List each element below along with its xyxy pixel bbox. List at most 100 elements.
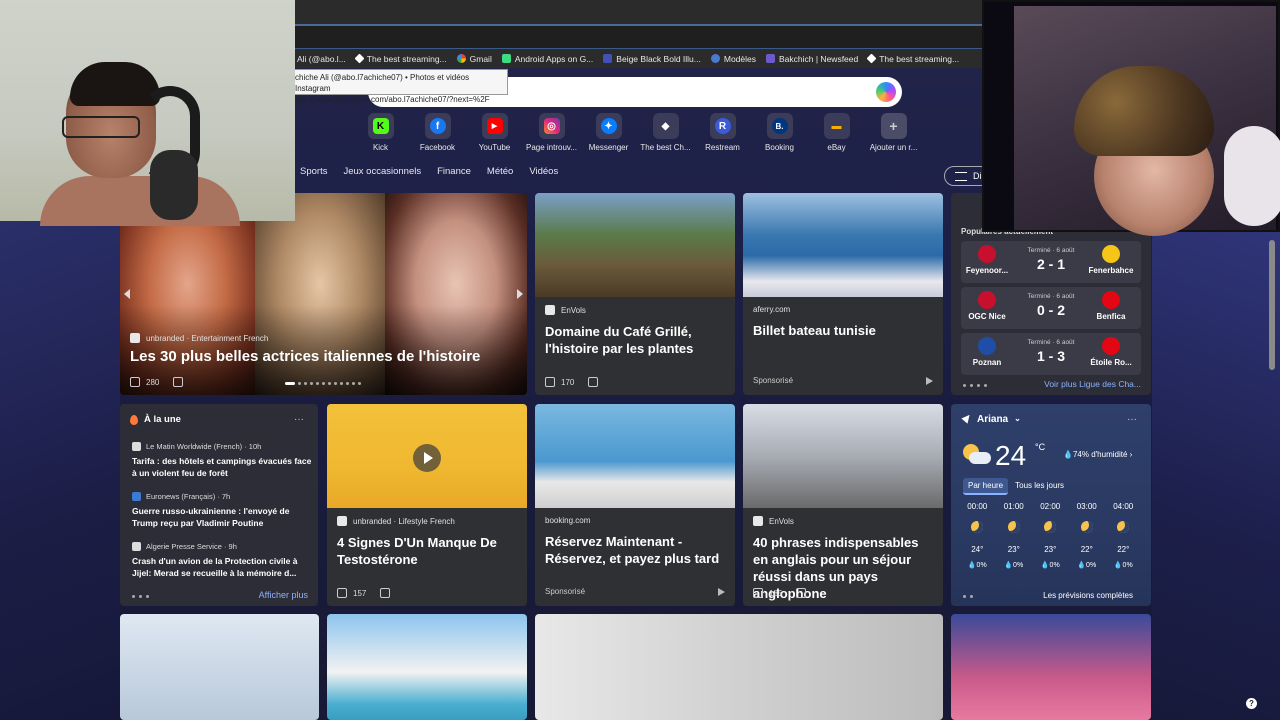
- article-card-testosterone[interactable]: unbranded · Lifestyle French 4 Signes D'…: [327, 404, 527, 606]
- bookmark-streaming-2[interactable]: The best streaming...: [866, 53, 960, 64]
- bookmark-label: The best streaming...: [879, 53, 960, 64]
- match-row[interactable]: Poznan Terminé · 6 août 1 - 3 Étoile Ro..…: [961, 333, 1141, 375]
- help-icon[interactable]: ?: [1246, 698, 1257, 709]
- article-title[interactable]: Réservez Maintenant - Réservez, et payez…: [545, 533, 725, 567]
- like-icon[interactable]: [753, 588, 763, 598]
- nav-sports[interactable]: Sports: [300, 166, 327, 177]
- humidity-value: 74% d'humidité: [1072, 450, 1128, 459]
- bookmark-bakchich[interactable]: Bakchich | Newsfeed: [766, 54, 858, 64]
- moon-icon: [1117, 521, 1130, 533]
- pager-dot[interactable]: [322, 382, 325, 385]
- ad-card-booking[interactable]: booking.com Réservez Maintenant - Réserv…: [535, 404, 735, 606]
- filter-icon: [955, 172, 967, 181]
- chevron-right-icon[interactable]: ›: [1127, 450, 1133, 459]
- weather-tabs: Par heure Tous les jours: [963, 478, 1069, 495]
- article-card-pool[interactable]: [327, 614, 527, 720]
- full-forecast-link[interactable]: Les prévisions complètes: [1043, 591, 1133, 600]
- article-card-concert[interactable]: [951, 614, 1151, 720]
- bookmark-label: Android Apps on G...: [514, 53, 594, 64]
- bookmark-android-apps[interactable]: Android Apps on G...: [501, 53, 594, 64]
- pager-dot[interactable]: [340, 382, 343, 385]
- article-card-anglais[interactable]: EnVols 40 phrases indispensables en angl…: [743, 404, 943, 606]
- more-options-icon[interactable]: ···: [1127, 414, 1137, 425]
- pager-dot[interactable]: [358, 382, 361, 385]
- weather-card[interactable]: Ariana ⌄ ··· 24 °C 💧74% d'humidité › Par …: [951, 404, 1151, 606]
- quicklink-youtube[interactable]: ▶ YouTube: [466, 113, 523, 157]
- copilot-icon[interactable]: [876, 82, 896, 102]
- dislike-icon[interactable]: [588, 377, 599, 387]
- like-icon[interactable]: [545, 377, 555, 387]
- article-image: [743, 404, 943, 508]
- article-title[interactable]: Domaine du Café Grillé, l'histoire par l…: [545, 323, 725, 357]
- dislike-icon[interactable]: [380, 588, 391, 598]
- pager-dot[interactable]: [285, 382, 295, 385]
- pager-dot[interactable]: [352, 382, 355, 385]
- quicklink-instagram[interactable]: ◎ Page introuv...: [523, 113, 580, 157]
- quicklink-restream[interactable]: R Restream: [694, 113, 751, 157]
- page-scrollbar[interactable]: [1268, 232, 1276, 720]
- list-item[interactable]: Le Matin Worldwide (French) · 10h Tarifa…: [132, 442, 312, 479]
- bookmark-instagram[interactable]: Ali (@abo.l...: [297, 54, 346, 64]
- quicklink-add[interactable]: + Ajouter un r...: [865, 113, 922, 157]
- nav-finance[interactable]: Finance: [437, 166, 471, 177]
- sports-see-more-link[interactable]: Voir plus Ligue des Cha...: [1044, 379, 1141, 389]
- match-row[interactable]: OGC Nice Terminé · 6 août 0 - 2 Benfica: [961, 287, 1141, 329]
- webcam-right-scene: [1014, 6, 1280, 236]
- carousel-prev-icon[interactable]: [124, 289, 130, 299]
- carousel-pager: [285, 382, 361, 385]
- carousel-next-icon[interactable]: [517, 289, 523, 299]
- bookmark-tooltip: chiche Ali (@abo.l7achiche07) • Photos e…: [290, 69, 508, 104]
- like-icon[interactable]: [130, 377, 140, 387]
- chevron-down-icon[interactable]: ⌄: [1014, 414, 1021, 425]
- plus-icon: +: [889, 118, 898, 134]
- weather-location[interactable]: Ariana: [977, 414, 1008, 425]
- quicklink-facebook[interactable]: f Facebook: [409, 113, 466, 157]
- dislike-icon[interactable]: [173, 377, 184, 387]
- dislike-icon[interactable]: [796, 588, 807, 598]
- pager-dot[interactable]: [310, 382, 313, 385]
- ad-choices-icon[interactable]: [718, 588, 725, 596]
- pager-dot[interactable]: [298, 382, 301, 385]
- list-item[interactable]: Algerie Presse Service · 9h Crash d'un a…: [132, 542, 312, 579]
- article-title[interactable]: 4 Signes D'Un Manque De Testostérone: [337, 534, 517, 568]
- pager-dot[interactable]: [328, 382, 331, 385]
- android-icon: [501, 54, 511, 63]
- nav-meteo[interactable]: Météo: [487, 166, 513, 177]
- bookmark-streaming[interactable]: The best streaming...: [354, 54, 447, 64]
- list-item[interactable]: Euronews (Français) · 7h Guerre russo-uk…: [132, 492, 312, 529]
- article-title[interactable]: Billet bateau tunisie: [753, 322, 933, 339]
- ad-choices-icon[interactable]: [926, 377, 933, 385]
- pager-dot[interactable]: [334, 382, 337, 385]
- scrollbar-thumb[interactable]: [1269, 240, 1275, 370]
- more-options-icon[interactable]: ···: [294, 414, 304, 425]
- nav-videos[interactable]: Vidéos: [529, 166, 558, 177]
- hero-title[interactable]: Les 30 plus belles actrices italiennes d…: [130, 348, 480, 365]
- quicklink-kick[interactable]: K Kick: [352, 113, 409, 157]
- pager-dot[interactable]: [304, 382, 307, 385]
- quicklink-best-ch[interactable]: ◆ The best Ch...: [637, 113, 694, 157]
- match-row[interactable]: Feyenoor... Terminé · 6 août 2 - 1 Fenerb…: [961, 241, 1141, 283]
- source-icon: [337, 516, 347, 526]
- quicklink-booking[interactable]: B. Booking: [751, 113, 808, 157]
- tab-daily[interactable]: Tous les jours: [1010, 478, 1069, 495]
- show-more-link[interactable]: Afficher plus: [259, 590, 308, 600]
- article-card-people[interactable]: [535, 614, 943, 720]
- hour-precip: 💧0%: [1004, 562, 1024, 569]
- quicklink-messenger[interactable]: ✦ Messenger: [580, 113, 637, 157]
- ad-card-bateau[interactable]: aferry.com Billet bateau tunisie Sponsor…: [743, 193, 943, 395]
- tab-hourly[interactable]: Par heure: [963, 478, 1009, 495]
- source-icon: [132, 492, 141, 501]
- bookmark-canva[interactable]: Beige Black Bold Illu...: [603, 54, 701, 64]
- nav-jeux-occasionnels[interactable]: Jeux occasionnels: [343, 166, 421, 177]
- bookmark-modeles[interactable]: Modèles: [710, 54, 756, 64]
- play-icon[interactable]: [413, 444, 441, 472]
- pager-dot[interactable]: [316, 382, 319, 385]
- pager-dot[interactable]: [346, 382, 349, 385]
- bookmark-gmail[interactable]: Gmail: [456, 54, 492, 64]
- edge-icon: [710, 54, 720, 63]
- like-icon[interactable]: [337, 588, 347, 598]
- article-card-cafe[interactable]: EnVols Domaine du Café Grillé, l'histoir…: [535, 193, 735, 395]
- quicklink-ebay[interactable]: ▬ eBay: [808, 113, 865, 157]
- article-card-robot[interactable]: [120, 614, 319, 720]
- benfica-crest-icon: [1102, 291, 1120, 309]
